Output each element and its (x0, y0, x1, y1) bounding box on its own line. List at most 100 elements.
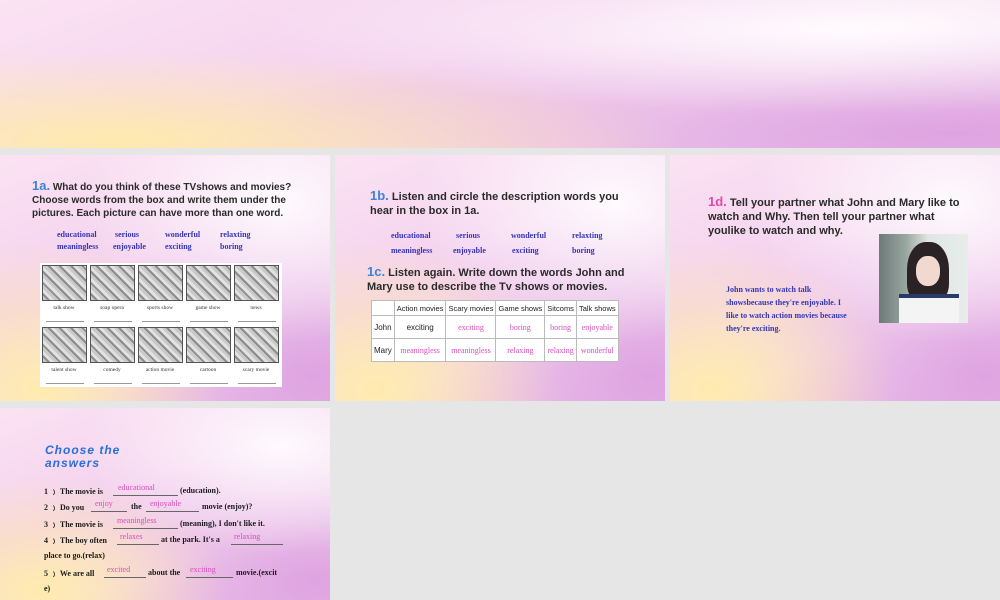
item-text: The boy often (59, 536, 107, 545)
sports-show-picture (138, 265, 183, 301)
section-number: 1b. (370, 188, 389, 203)
picture-label: news (250, 305, 262, 311)
talent-show-picture (42, 327, 87, 363)
answer: enjoy (95, 499, 113, 508)
table-header-row: Action movies Scary movies Game shows Si… (371, 300, 619, 316)
item-text: (education). (180, 486, 221, 495)
answer: relaxing (234, 532, 261, 541)
word: meaningless (391, 246, 433, 255)
column-header: Game shows (495, 300, 546, 316)
word: enjoyable (113, 242, 146, 251)
item-text: (meaning), I don't like it. (180, 519, 265, 528)
answer-line (190, 321, 228, 322)
slide-1a-heading: 1a. What do you think of these TVshows a… (32, 179, 302, 220)
item-text: e) (44, 584, 51, 593)
item-number: 1 ﹚ (44, 487, 58, 496)
table-cell: enjoyable (575, 315, 619, 339)
exercise-4: 4 ﹚ The boy often (44, 535, 107, 546)
word: boring (572, 246, 595, 255)
news-picture (234, 265, 279, 301)
answer-line (94, 321, 132, 322)
item-text: movie.(excit (236, 568, 278, 577)
item-text: The movie is (59, 520, 103, 529)
answer-line (142, 383, 180, 384)
table-cell: exciting (445, 315, 497, 339)
slide-1b-1c[interactable]: 1b. Listen and circle the description wo… (335, 155, 665, 401)
cartoon-picture (186, 327, 231, 363)
table-cell: meaningless (393, 338, 447, 362)
blank-line (113, 528, 178, 529)
answer-line (46, 321, 84, 322)
word: meaningless (57, 242, 99, 251)
word: enjoyable (453, 246, 486, 255)
word: wonderful (165, 230, 201, 239)
scary-movie-picture (234, 327, 279, 363)
column-header: Action movies (393, 300, 447, 316)
picture-label: scary movie (242, 367, 270, 373)
exercise-1: 1 ﹚ The movie is (44, 486, 103, 497)
table-cell: meaningless (445, 338, 497, 362)
word: educational (391, 231, 431, 240)
item-number: 2 ﹚ (44, 503, 58, 512)
blank-line (113, 495, 178, 496)
section-number: 1d. (708, 194, 727, 209)
slide-exercises[interactable]: Choose the answers 1 ﹚ The movie is educ… (0, 408, 330, 600)
item-text: the (131, 502, 142, 511)
item-number: 3 ﹚ (44, 520, 58, 529)
column-header: Sitcoms (544, 300, 577, 316)
comedy-picture (90, 327, 135, 363)
row-header: Mary (371, 338, 395, 362)
exercise-3: 3 ﹚ The movie is (44, 519, 103, 530)
word: wonderful (511, 231, 547, 240)
table-cell: relaxing (495, 338, 546, 362)
item-text: Do you (60, 503, 85, 512)
answer: relaxes (120, 532, 143, 541)
exercise-title: Choose the answers (45, 443, 121, 470)
blank-line (117, 544, 159, 545)
item-text: movie (enjoy)? (202, 502, 253, 511)
section-number: 1c. (367, 264, 386, 279)
picture-label: cartoon (199, 367, 217, 373)
slide-blank-top[interactable] (0, 0, 1000, 148)
student-photo (879, 234, 968, 323)
talk-show-picture (42, 265, 87, 301)
picture-label: talk show (53, 305, 75, 311)
photo-uniform (899, 294, 959, 323)
slide-1b-heading: 1b. Listen and circle the description wo… (370, 189, 635, 218)
picture-label: soap opera (100, 305, 124, 311)
table-cell: boring (495, 315, 546, 339)
item-text: We are all (59, 569, 95, 578)
slide-1d-heading: 1d. Tell your partner what John and Mary… (708, 195, 968, 238)
word: educational (57, 230, 97, 239)
instruction-text: Tell your partner what John and Mary lik… (708, 197, 960, 237)
instruction-text: What do you think of these TVshows and m… (32, 182, 292, 219)
slide-1a[interactable]: 1a. What do you think of these TVshows a… (0, 155, 330, 401)
soap-opera-picture (90, 265, 135, 301)
item-text: place to go.(relax) (44, 551, 105, 560)
answer: meaningless (117, 516, 157, 525)
answer-line (46, 383, 84, 384)
blank-line (146, 511, 199, 512)
row-header: John (371, 315, 395, 339)
word: exciting (512, 246, 539, 255)
word: serious (456, 231, 480, 240)
picture-label: game show (195, 305, 221, 311)
word: exciting (165, 242, 192, 251)
word: relaxting (572, 231, 603, 240)
action-movie-picture (138, 327, 183, 363)
answer-line (142, 321, 180, 322)
tv-show-pictures: talk show soap opera sports show game sh… (40, 263, 282, 387)
game-show-picture (186, 265, 231, 301)
table-cell: exciting (393, 315, 447, 339)
description-table: Action movies Scary movies Game shows Si… (371, 300, 619, 362)
table-row: Mary meaningless meaningless relaxing re… (371, 338, 619, 362)
answer: exciting (190, 565, 216, 574)
example-paragraph: John wants to watch talk showsbecause th… (726, 285, 847, 333)
exercise-5: 5 ﹚ We are all (44, 568, 94, 579)
word: boring (220, 242, 243, 251)
picture-label: sports show (146, 305, 174, 311)
answer-line (238, 383, 276, 384)
instruction-text: Listen and circle the description words … (370, 191, 619, 217)
answer: educational (118, 483, 155, 492)
slide-1d[interactable]: 1d. Tell your partner what John and Mary… (670, 155, 1000, 401)
